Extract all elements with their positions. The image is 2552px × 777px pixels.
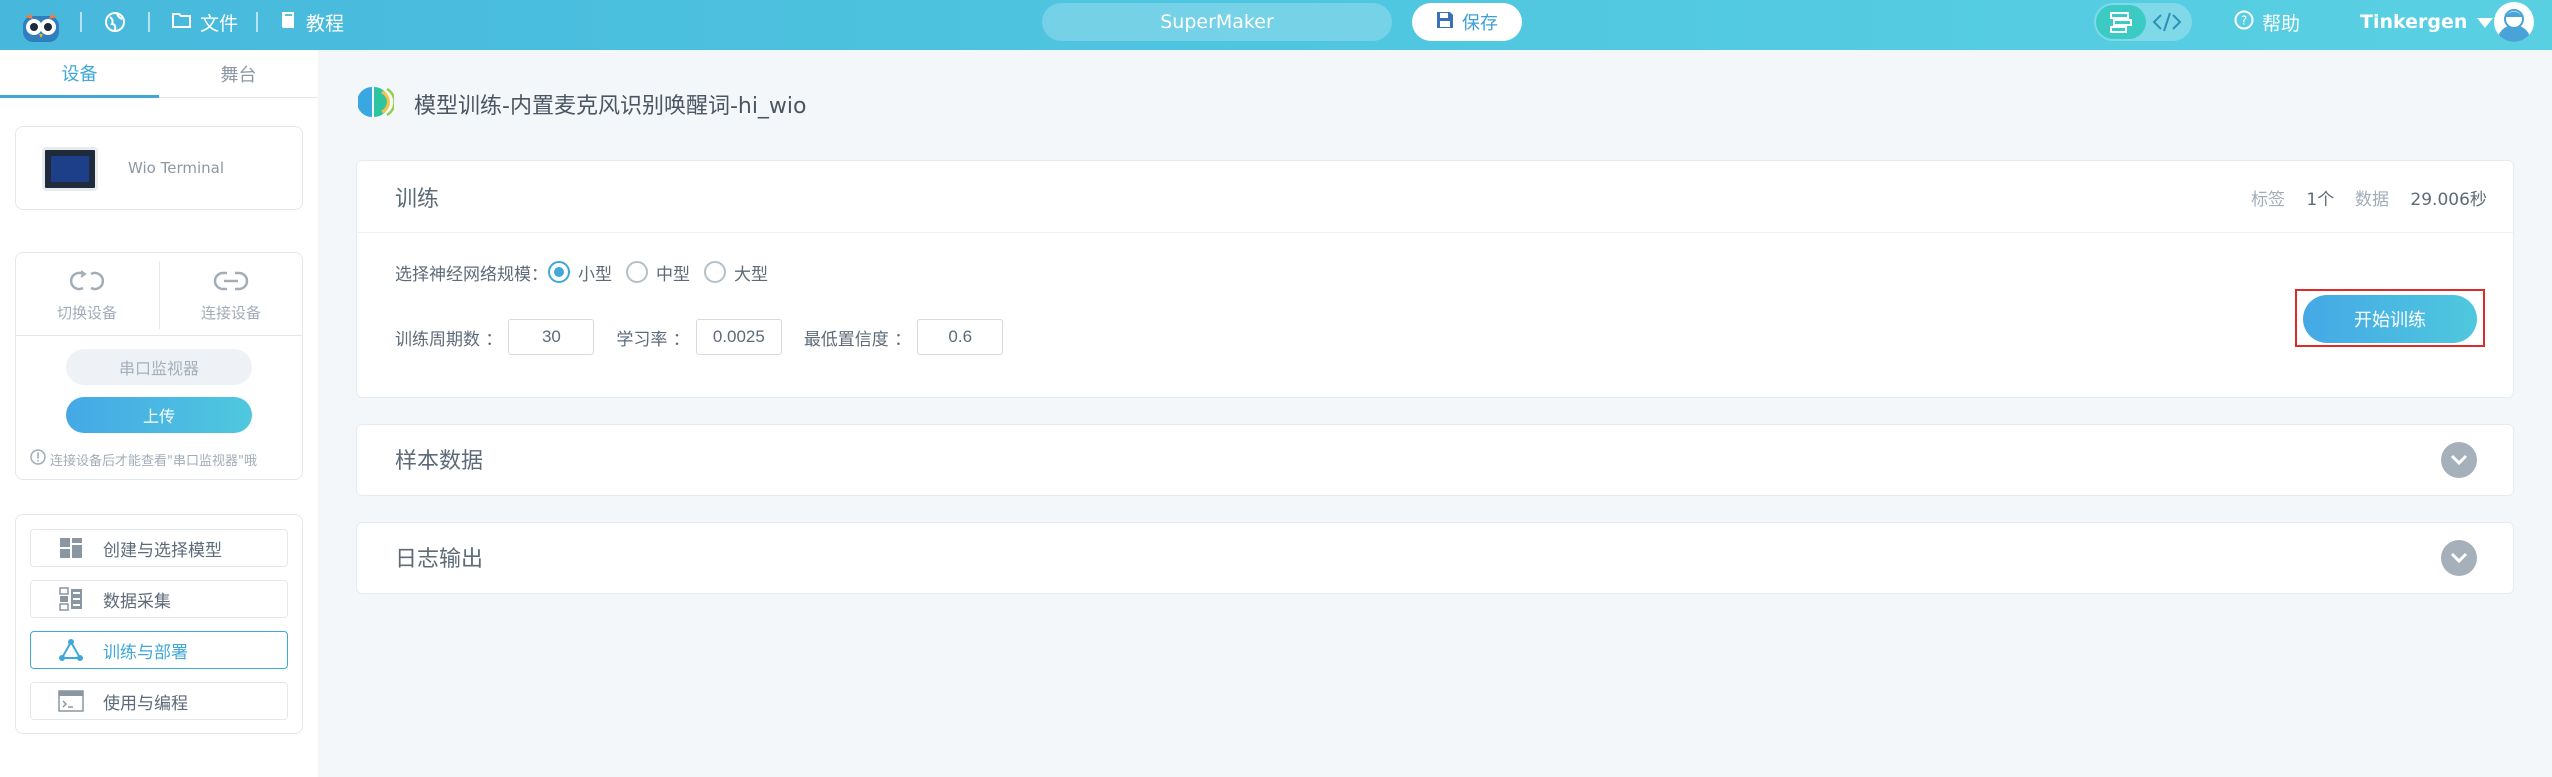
connect-device-button[interactable]: 连接设备 (160, 265, 302, 327)
training-title: 训练 (395, 187, 440, 212)
start-training-button[interactable]: 开始训练 (2303, 295, 2477, 343)
radio-medium[interactable]: 中型 (626, 260, 690, 285)
divider (256, 12, 258, 32)
nav-label: 创建与选择模型 (103, 540, 222, 561)
upload-button[interactable]: 上传 (66, 397, 252, 433)
sample-data-panel[interactable]: 样本数据 (356, 424, 2514, 496)
radio-label: 小型 (578, 264, 612, 285)
ai-model-logo-icon (357, 84, 396, 124)
nav-item-create-model[interactable]: 创建与选择模型 (30, 529, 288, 567)
tab-device[interactable]: 设备 (0, 50, 159, 98)
log-output-panel[interactable]: 日志输出 (356, 522, 2514, 594)
divider (148, 12, 150, 32)
radio-label: 中型 (656, 264, 690, 285)
folder-icon (172, 11, 192, 34)
caret-down-icon (2477, 11, 2494, 33)
top-bar: 文件 教程 SuperMaker 保存 ? 帮助 Tinkergen (0, 0, 2552, 50)
page-header: 模型训练-内置麦克风识别唤醒词-hi_wio (357, 84, 807, 124)
sidebar-tabs: 设备 舞台 (0, 50, 318, 98)
start-training-highlight: 开始训练 (2295, 289, 2485, 347)
epochs-input[interactable] (508, 319, 595, 355)
save-label: 保存 (1462, 13, 1498, 34)
file-menu-label: 文件 (200, 12, 239, 35)
radio-small[interactable]: 小型 (548, 260, 612, 285)
epochs-label: 训练周期数 ： (395, 329, 503, 350)
nav-item-train-deploy[interactable]: 训练与部署 (30, 631, 288, 669)
radio-label: 大型 (734, 264, 768, 285)
data-key: 数据 (2355, 190, 2389, 210)
radio-large[interactable]: 大型 (704, 260, 768, 285)
info-icon (30, 449, 46, 469)
radio-unselected-icon[interactable] (704, 261, 726, 283)
project-name-input[interactable]: SuperMaker (1042, 3, 1392, 41)
switch-device-label: 切换设备 (56, 303, 117, 322)
globe-icon[interactable] (104, 0, 126, 44)
user-menu[interactable]: Tinkergen (2360, 0, 2494, 44)
hyperparams-row: 训练周期数 ： 学习率 ： 最低置信度 ： (395, 317, 1025, 357)
data-value: 29.006秒 (2410, 190, 2487, 210)
training-panel-header: 训练 标签 1个 数据 29.006秒 (357, 161, 2513, 233)
serial-monitor-button[interactable]: 串口监视器 (66, 349, 252, 385)
data-collect-icon (57, 587, 85, 611)
terminal-icon (57, 689, 85, 713)
switch-icon (67, 269, 107, 296)
code-mode-icon[interactable] (2152, 3, 2182, 41)
owl-logo-icon[interactable] (22, 6, 62, 50)
divider (80, 12, 82, 32)
device-card[interactable]: Wio Terminal (15, 126, 303, 210)
radio-selected-icon[interactable] (548, 261, 570, 283)
nav-label: 使用与编程 (103, 693, 188, 714)
question-circle-icon: ? (2234, 10, 2254, 35)
divider (16, 335, 302, 336)
device-name: Wio Terminal (128, 159, 225, 177)
log-output-title: 日志输出 (395, 547, 484, 572)
username: Tinkergen (2360, 11, 2468, 33)
min-confidence-label: 最低置信度 ： (803, 329, 912, 350)
min-confidence-input[interactable] (917, 319, 1004, 355)
labels-stat: 标签 1个 (2251, 185, 2334, 210)
switch-device-button[interactable]: 切换设备 (16, 265, 158, 327)
nav-label: 数据采集 (103, 591, 171, 612)
sample-data-title: 样本数据 (395, 449, 484, 474)
labels-value: 1个 (2306, 190, 2335, 210)
mode-toggle[interactable] (2094, 3, 2192, 41)
file-menu[interactable]: 文件 (172, 0, 238, 44)
hint-text: 连接设备后才能查看"串口监视器"哦 (50, 453, 257, 469)
chevron-down-icon[interactable] (2441, 442, 2477, 478)
training-panel: 训练 标签 1个 数据 29.006秒 选择神经网络规模： 小型 中型 大型 训… (356, 160, 2514, 398)
labels-key: 标签 (2251, 190, 2285, 210)
blocks-mode-icon[interactable] (2096, 5, 2146, 39)
nav-label: 训练与部署 (103, 642, 188, 663)
workflow-nav: 创建与选择模型 数据采集 训练与部署 使用与编程 (15, 514, 303, 734)
link-icon (211, 270, 251, 296)
tutorial-menu[interactable]: 教程 (280, 0, 344, 44)
connect-device-label: 连接设备 (200, 303, 261, 322)
chevron-down-icon[interactable] (2441, 540, 2477, 576)
book-icon (280, 10, 298, 35)
network-size-row: 选择神经网络规模： 小型 中型 大型 (395, 257, 782, 287)
help-button[interactable]: ? 帮助 (2234, 0, 2300, 44)
svg-text:?: ? (2241, 13, 2247, 27)
nav-item-use-program[interactable]: 使用与编程 (30, 682, 288, 720)
learning-rate-label: 学习率 ： (616, 329, 690, 350)
help-label: 帮助 (2262, 12, 2301, 35)
learning-rate-input[interactable] (695, 319, 782, 355)
sidebar: 设备 舞台 Wio Terminal 切换设备 连接设备 串口监视器 上传 连接… (0, 50, 318, 777)
connection-card: 切换设备 连接设备 串口监视器 上传 连接设备后才能查看"串口监视器"哦 (15, 252, 303, 480)
avatar[interactable] (2494, 2, 2534, 42)
network-train-icon (57, 638, 85, 662)
radio-unselected-icon[interactable] (626, 261, 648, 283)
model-grid-icon (57, 536, 85, 560)
page-title: 模型训练-内置麦克风识别唤醒词-hi_wio (414, 94, 807, 119)
nav-item-data-collection[interactable]: 数据采集 (30, 580, 288, 618)
connection-hint: 连接设备后才能查看"串口监视器"哦 (30, 449, 257, 469)
floppy-disk-icon (1436, 11, 1454, 34)
network-size-label: 选择神经网络规模： (395, 264, 548, 285)
tutorial-menu-label: 教程 (306, 12, 345, 35)
wio-terminal-image (42, 147, 98, 191)
data-stat: 数据 29.006秒 (2355, 185, 2487, 210)
save-button[interactable]: 保存 (1412, 3, 1522, 41)
tab-stage[interactable]: 舞台 (159, 50, 318, 98)
